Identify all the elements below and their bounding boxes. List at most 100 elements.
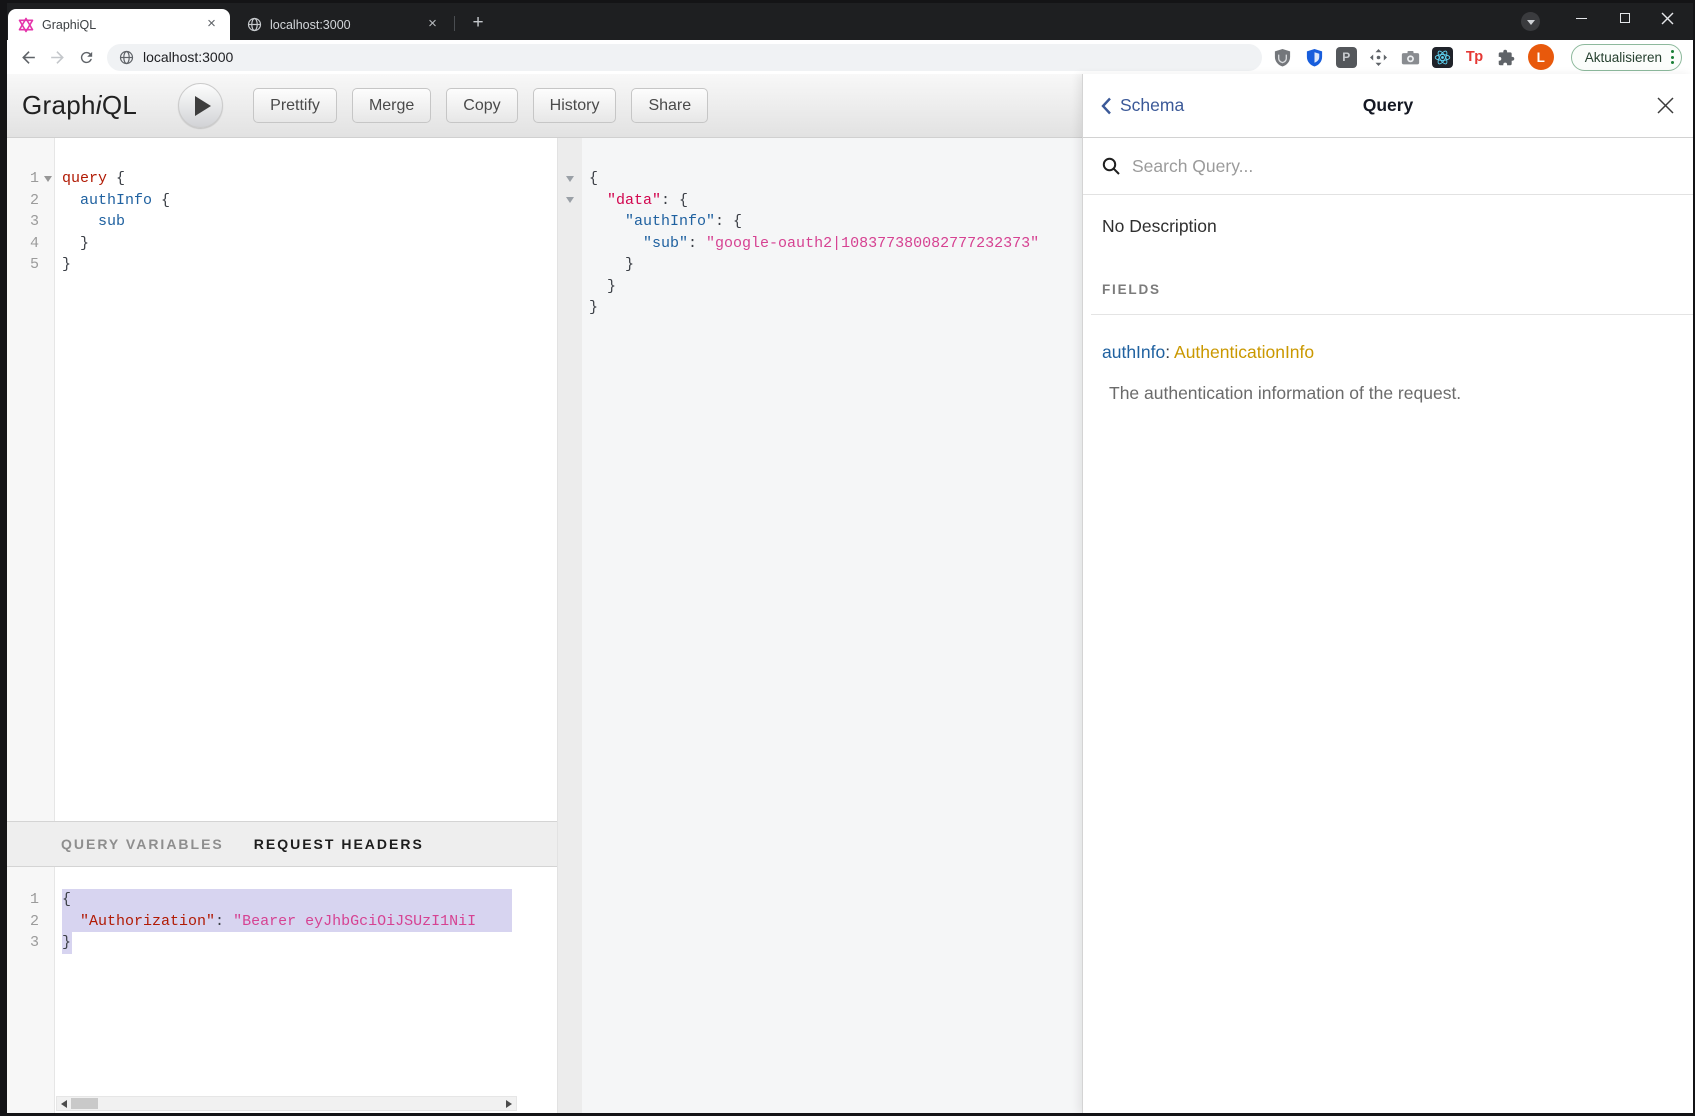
field-name-link[interactable]: authInfo (1102, 342, 1165, 362)
docs-back-link[interactable]: Schema (1101, 95, 1363, 116)
line-number: 2 (7, 190, 39, 212)
browser-toolbar: localhost:3000 P Tp L Aktualisieren (7, 40, 1693, 74)
fold-open-icon[interactable] (44, 176, 52, 182)
minimize-icon (1576, 18, 1587, 19)
share-button[interactable]: Share (631, 88, 708, 123)
graphiql-main: GraphiQL Prettify Merge Copy History Sha… (7, 74, 1082, 1113)
update-button[interactable]: Aktualisieren (1571, 44, 1682, 71)
tab-request-headers[interactable]: REQUEST HEADERS (254, 836, 424, 852)
result-line: } (589, 254, 1082, 276)
headers-editor-gutter: 1 2 3 (7, 867, 55, 1113)
maximize-icon (1620, 13, 1630, 23)
camera-extension-icon[interactable] (1400, 47, 1421, 68)
tab-close-icon[interactable]: × (203, 16, 220, 33)
scroll-right-icon[interactable] (506, 1100, 512, 1108)
tab-localhost[interactable]: localhost:3000 × (237, 9, 451, 40)
play-icon (195, 96, 211, 116)
scrollbar-thumb[interactable] (71, 1098, 98, 1109)
address-bar[interactable]: localhost:3000 (107, 44, 1262, 71)
line-number: 1 (7, 168, 39, 190)
code-line-selected[interactable]: { (62, 889, 524, 911)
merge-button[interactable]: Merge (352, 88, 431, 123)
tp-extension-icon[interactable]: Tp (1464, 47, 1485, 68)
docs-fields-label: FIELDS (1102, 282, 1674, 297)
docs-search-input[interactable] (1132, 156, 1674, 177)
tab-graphiql[interactable]: GraphiQL × (8, 9, 230, 40)
copy-button[interactable]: Copy (446, 88, 517, 123)
window-close-button[interactable] (1647, 3, 1687, 33)
graphiql-logo: GraphiQL (22, 90, 137, 121)
back-button[interactable] (14, 43, 43, 72)
code-line[interactable]: query { (62, 168, 524, 190)
field-type-link[interactable]: AuthenticationInfo (1174, 342, 1314, 362)
react-devtools-extension-icon[interactable] (1432, 47, 1453, 68)
fold-open-icon[interactable] (566, 197, 574, 203)
result-line: "sub": "google-oauth2|108377380082777232… (589, 233, 1082, 255)
tab-close-icon[interactable]: × (424, 16, 441, 33)
chevron-down-icon (1527, 20, 1535, 25)
p-extension-icon[interactable]: P (1336, 47, 1357, 68)
window-maximize-button[interactable] (1605, 3, 1645, 33)
code-line[interactable]: sub (62, 211, 524, 233)
result-pane: { "data": { "authInfo": { "sub": "google… (557, 138, 1082, 1113)
docs-title: Query (1363, 95, 1414, 116)
docs-search (1083, 138, 1693, 195)
forward-button[interactable] (43, 43, 72, 72)
docs-no-description: No Description (1102, 216, 1674, 237)
divider (1091, 314, 1693, 315)
forward-arrow-icon (48, 48, 67, 67)
graphiql-topbar: GraphiQL Prettify Merge Copy History Sha… (7, 74, 1082, 138)
workspace: 1 2 3 4 5 query { authInfo { sub } } (7, 138, 1082, 1113)
bitwarden-extension-icon[interactable] (1304, 47, 1325, 68)
reload-button[interactable] (72, 43, 101, 72)
code-line-selected[interactable]: "Authorization": "Bearer eyJhbGciOiJSUzI… (62, 911, 524, 933)
docs-field-description: The authentication information of the re… (1102, 383, 1674, 404)
result-line: } (589, 297, 1082, 319)
line-number: 3 (7, 932, 39, 954)
tab-query-variables[interactable]: QUERY VARIABLES (61, 836, 224, 852)
result-json: { "data": { "authInfo": { "sub": "google… (582, 138, 1082, 1113)
prettify-button[interactable]: Prettify (253, 88, 337, 123)
extensions-puzzle-icon[interactable] (1496, 47, 1517, 68)
docs-close-button[interactable] (1656, 96, 1675, 115)
result-line: { (589, 168, 1082, 190)
tab-title: localhost:3000 (270, 18, 424, 32)
browser-window: GraphiQL × localhost:3000 × + localhost:… (7, 3, 1693, 1113)
globe-icon (247, 17, 262, 32)
docs-field-row: authInfo: AuthenticationInfo (1102, 342, 1674, 363)
fold-open-icon[interactable] (566, 176, 574, 182)
result-fold-gutter (557, 138, 582, 1113)
horizontal-scrollbar[interactable] (56, 1096, 517, 1111)
query-code[interactable]: query { authInfo { sub } } (55, 138, 524, 821)
globe-icon (119, 50, 134, 65)
scroll-left-icon[interactable] (61, 1100, 67, 1108)
new-tab-button[interactable]: + (465, 10, 491, 36)
line-number: 5 (7, 254, 39, 276)
code-line[interactable]: } (62, 254, 524, 276)
tab-search-button[interactable] (1521, 12, 1540, 31)
headers-code[interactable]: { "Authorization": "Bearer eyJhbGciOiJSU… (55, 867, 524, 1113)
tab-separator (454, 16, 455, 31)
query-editor[interactable]: 1 2 3 4 5 query { authInfo { sub } } (7, 138, 557, 821)
execute-query-button[interactable] (178, 83, 223, 128)
window-minimize-button[interactable] (1561, 3, 1601, 33)
docs-header: Schema Query (1083, 74, 1693, 138)
editor-column: 1 2 3 4 5 query { authInfo { sub } } (7, 138, 557, 1113)
move-tool-extension-icon[interactable] (1368, 47, 1389, 68)
code-line[interactable]: } (62, 233, 524, 255)
close-icon (1661, 12, 1674, 25)
profile-avatar[interactable]: L (1528, 44, 1554, 70)
line-number: 1 (7, 889, 39, 911)
line-number: 2 (7, 911, 39, 933)
code-line[interactable]: authInfo { (62, 190, 524, 212)
extensions-row: P Tp L Aktualisieren (1272, 44, 1686, 71)
code-line-selected[interactable]: } (62, 932, 524, 954)
kebab-menu-icon[interactable] (1671, 50, 1674, 64)
request-headers-editor[interactable]: 1 2 3 { "Authorization": "Bearer eyJhbGc… (7, 867, 557, 1113)
tab-title: GraphiQL (42, 18, 203, 32)
ublock-extension-icon[interactable] (1272, 47, 1293, 68)
chevron-left-icon (1101, 97, 1112, 115)
tab-strip: GraphiQL × localhost:3000 × + (7, 3, 1693, 40)
query-editor-gutter: 1 2 3 4 5 (7, 138, 55, 821)
history-button[interactable]: History (533, 88, 617, 123)
